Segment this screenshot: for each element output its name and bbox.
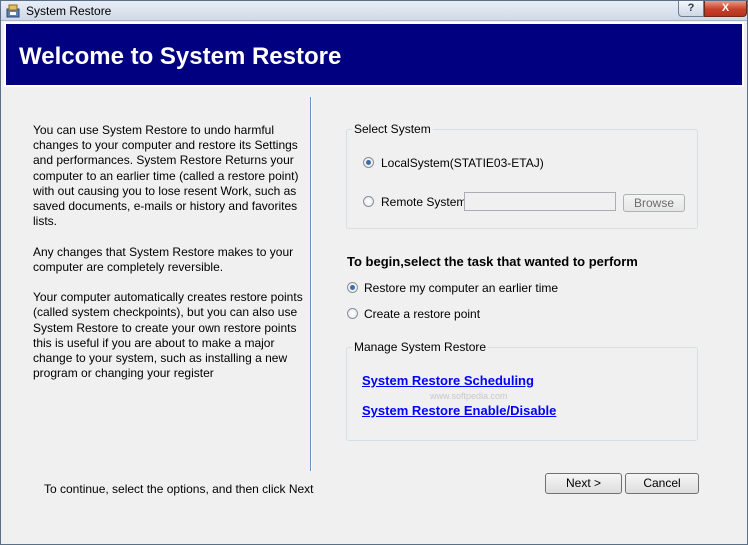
remote-system-label[interactable]: Remote System	[381, 195, 466, 209]
footer-hint: To continue, select the options, and the…	[44, 482, 314, 496]
help-button[interactable]: ?	[678, 1, 704, 17]
intro-text: You can use System Restore to undo harmf…	[33, 123, 313, 397]
title-bar[interactable]: System Restore ? X	[1, 1, 747, 21]
window-title: System Restore	[26, 4, 112, 18]
app-icon	[6, 4, 20, 18]
browse-button[interactable]: Browse	[623, 194, 685, 212]
cancel-button[interactable]: Cancel	[625, 473, 699, 494]
intro-paragraph-2: Any changes that System Restore makes to…	[33, 244, 294, 274]
wizard-content: You can use System Restore to undo harmf…	[4, 89, 744, 541]
create-restore-point-label[interactable]: Create a restore point	[364, 307, 480, 321]
system-restore-window: System Restore ? X Welcome to System Res…	[0, 0, 748, 545]
enable-disable-link[interactable]: System Restore Enable/Disable	[362, 403, 556, 418]
create-restore-point-radio[interactable]	[347, 308, 358, 319]
remote-system-radio[interactable]	[363, 196, 374, 207]
task-heading: To begin,select the task that wanted to …	[347, 254, 638, 269]
local-system-radio[interactable]	[363, 157, 374, 168]
scheduling-link[interactable]: System Restore Scheduling	[362, 373, 534, 388]
manage-system-restore-label: Manage System Restore	[352, 340, 489, 354]
welcome-banner: Welcome to System Restore	[4, 22, 744, 87]
intro-paragraph-1: You can use System Restore to undo harmf…	[33, 123, 299, 229]
intro-paragraph-3: Your computer automatically creates rest…	[33, 290, 303, 381]
banner-title: Welcome to System Restore	[19, 43, 342, 70]
manage-system-restore-group: Manage System Restore System Restore Sch…	[346, 340, 698, 441]
restore-computer-label[interactable]: Restore my computer an earlier time	[364, 281, 558, 295]
close-button[interactable]: X	[704, 1, 747, 17]
local-system-label[interactable]: LocalSystem(STATIE03-ETAJ)	[381, 156, 544, 170]
restore-computer-radio[interactable]	[347, 282, 358, 293]
remote-system-input[interactable]	[464, 192, 616, 211]
next-button[interactable]: Next >	[545, 473, 622, 494]
vertical-divider	[310, 97, 312, 471]
select-system-group: Select System LocalSystem(STATIE03-ETAJ)…	[346, 122, 698, 229]
select-system-label: Select System	[352, 122, 433, 136]
